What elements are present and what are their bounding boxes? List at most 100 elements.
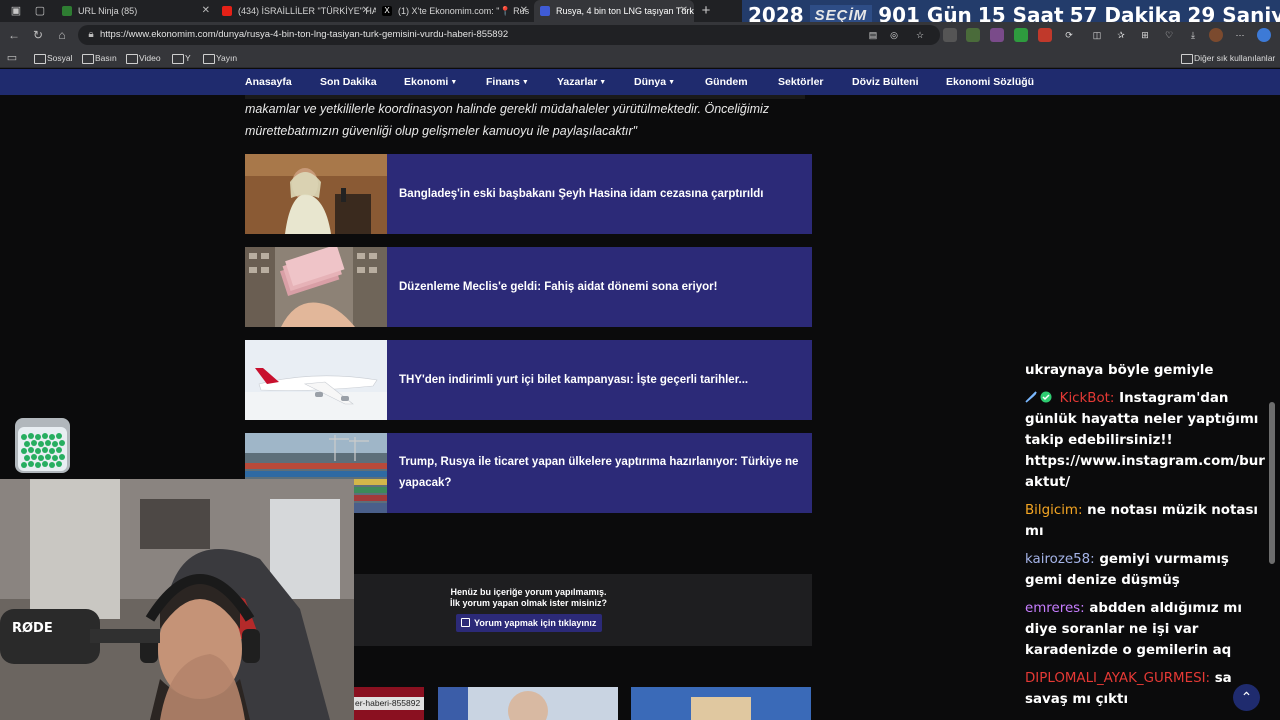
chat-username: KickBot: — [1059, 391, 1115, 406]
url-field[interactable]: 🔒︎ https://www.ekonomim.com/dunya/rusya-… — [78, 25, 940, 45]
extension-icon[interactable] — [990, 28, 1004, 42]
home-icon[interactable]: ⌂ — [54, 27, 70, 43]
person-photo — [508, 691, 548, 720]
app-icon[interactable]: ◎ — [887, 28, 901, 42]
bookmark-folder-basin[interactable]: Basın — [82, 48, 117, 68]
scrollbar-thumb[interactable] — [1269, 402, 1275, 564]
refresh-ext-icon[interactable]: ⟳ — [1062, 28, 1076, 42]
downloads-icon[interactable]: ⤓ — [1186, 28, 1200, 42]
scroll-to-top-button[interactable]: ⌃ — [1233, 684, 1260, 711]
url-text[interactable]: https://www.ekonomim.com/dunya/rusya-4-b… — [100, 25, 508, 45]
extension-icon[interactable] — [966, 28, 980, 42]
related-thumb[interactable]: er-haberi-855892 — [354, 687, 424, 720]
nav-ekonomi[interactable]: Ekonomi ▼ — [404, 69, 457, 95]
nav-doviz-bulteni[interactable]: Döviz Bülteni — [852, 69, 919, 95]
news-thumbnail[interactable] — [245, 247, 387, 327]
split-screen-icon[interactable]: ◫ — [1090, 28, 1104, 42]
workspaces-icon[interactable]: ▣ — [8, 3, 24, 19]
nav-yazarlar[interactable]: Yazarlar ▼ — [557, 69, 606, 95]
favorites-icon[interactable]: ✰ — [1114, 28, 1128, 42]
bookmark-folder-sosyal[interactable]: Sosyal — [34, 48, 73, 68]
chat-message: Bilgicim: ne notası müzik notası mı — [1025, 500, 1270, 542]
nav-label: Yazarlar — [557, 76, 598, 88]
chat-message: KickBot: Instagram'dan günlük hayatta ne… — [1025, 388, 1270, 493]
related-news-card[interactable]: Bangladeş'in eski başbakanı Şeyh Hasina … — [245, 154, 812, 234]
other-bookmarks-folder[interactable]: Diğer sık kullanılanlar — [1181, 48, 1275, 68]
news-title[interactable]: Bangladeş'in eski başbakanı Şeyh Hasina … — [399, 154, 799, 234]
reload-icon[interactable]: ↻ — [30, 27, 46, 43]
news-thumbnail[interactable] — [245, 340, 387, 420]
bookmark-label: Diğer sık kullanılanlar — [1194, 53, 1276, 63]
tab-close-icon[interactable]: ✕ — [362, 0, 370, 22]
x-logo-icon: X — [382, 6, 392, 16]
tab-url-ninja[interactable]: URL Ninja (85) ✕ — [56, 0, 216, 22]
heart-icon[interactable]: ♡ — [1162, 28, 1176, 42]
nav-dunya[interactable]: Dünya ▼ — [634, 69, 675, 95]
bookmark-folder-y[interactable]: Y — [172, 48, 191, 68]
chat-username: emreres: — [1025, 601, 1085, 616]
news-thumbnail[interactable] — [245, 154, 387, 234]
webcam-overlay: RØDE — [0, 479, 354, 720]
extension-icon[interactable] — [1038, 28, 1052, 42]
bookmark-label: Y — [185, 53, 191, 63]
chevron-up-icon: ⌃ — [1240, 689, 1253, 705]
tab-x[interactable]: X (1) X'te Ekonomim.com: "📍 Rus ✕ — [376, 0, 534, 22]
nav-son-dakika[interactable]: Son Dakika — [320, 69, 377, 95]
chat-message: ukraynaya böyle gemiyle — [1025, 360, 1270, 381]
back-icon[interactable]: ← — [6, 27, 22, 43]
verified-badge-icon — [1040, 389, 1052, 403]
lock-icon[interactable]: 🔒︎ — [84, 28, 98, 42]
tab-actions-icon[interactable]: ▢ — [32, 3, 48, 19]
tab-youtube[interactable]: (434) İSRAİLLİLER "TÜRKİYE" HAK ✕ — [216, 0, 376, 22]
tab-close-icon[interactable]: ✕ — [680, 0, 688, 22]
tab-label: Rusya, 4 bin ton LNG taşıyan Türk — [556, 6, 694, 16]
chat-username: DIPLOMALI_AYAK_GURMESI: — [1025, 671, 1211, 686]
profile-avatar[interactable] — [1209, 28, 1223, 42]
nav-sektorler[interactable]: Sektörler — [778, 69, 824, 95]
building-graphic — [691, 697, 751, 720]
nav-gundem[interactable]: Gündem — [705, 69, 748, 95]
extension-icon[interactable] — [1014, 28, 1028, 42]
related-thumb[interactable] — [631, 687, 811, 720]
tab-label: URL Ninja (85) — [78, 6, 138, 16]
nav-finans[interactable]: Finans ▼ — [486, 69, 529, 95]
chat-message: emreres: abdden aldığımız mı diye soranl… — [1025, 598, 1270, 661]
news-title[interactable]: Düzenleme Meclis'e geldi: Fahiş aidat dö… — [399, 247, 799, 327]
copilot-icon[interactable] — [1257, 28, 1271, 42]
collections-icon[interactable]: ⊞ — [1138, 28, 1152, 42]
nav-label: Ekonomi Sözlüğü — [946, 76, 1035, 88]
reader-icon[interactable]: ▤ — [866, 28, 880, 42]
chat-message: kairoze58: gemiyi vurmamış gemi denize d… — [1025, 549, 1270, 591]
chevron-down-icon: ▼ — [668, 79, 676, 86]
tab-close-icon[interactable]: ✕ — [202, 0, 210, 22]
more-menu-icon[interactable]: ⋯ — [1233, 28, 1247, 42]
site-navigation: Anasayfa Son Dakika Ekonomi ▼ Finans ▼ Yaz… — [0, 69, 1280, 95]
mic-brand-label: RØDE — [12, 621, 53, 636]
comment-icon — [461, 618, 470, 627]
article-quote: makamlar ve yetkililerle koordinasyon ha… — [245, 102, 770, 138]
related-news-card[interactable]: Düzenleme Meclis'e geldi: Fahiş aidat dö… — [245, 247, 812, 327]
nav-ekonomi-sozlugu[interactable]: Ekonomi Sözlüğü — [946, 69, 1034, 95]
write-comment-button[interactable]: Yorum yapmak için tıklayınız — [456, 614, 603, 632]
bookmark-menu-icon[interactable]: ▭ — [4, 50, 20, 66]
tab-ekonomim-active[interactable]: Rusya, 4 bin ton LNG taşıyan Türk ✕ — [534, 0, 694, 22]
related-thumb[interactable] — [438, 687, 618, 720]
bookmark-folder-video[interactable]: Video — [126, 48, 161, 68]
new-tab-plus-icon[interactable]: + — [699, 0, 713, 22]
nav-label: Döviz Bülteni — [852, 76, 919, 88]
tab-label: (1) X'te Ekonomim.com: "📍 Rus — [398, 6, 530, 16]
tab-close-icon[interactable]: ✕ — [520, 0, 528, 22]
favorite-star-icon[interactable]: ☆ — [913, 28, 927, 42]
nav-label: Ekonomi — [404, 76, 449, 88]
address-bar-row: ← ↻ ⌂ 🔒︎ https://www.ekonomim.com/dunya/… — [0, 22, 1280, 48]
news-title[interactable]: Trump, Rusya ile ticaret yapan ülkelere … — [399, 433, 799, 513]
tab-label: (434) İSRAİLLİLER "TÜRKİYE" HAK — [238, 6, 376, 16]
sword-badge-icon — [1025, 389, 1037, 403]
related-news-card[interactable]: THY'den indirimli yurt içi bilet kampany… — [245, 340, 812, 420]
nav-anasayfa[interactable]: Anasayfa — [245, 69, 292, 95]
bookmark-folder-yayin[interactable]: Yayın — [203, 48, 237, 68]
bookmark-label: Basın — [95, 53, 117, 63]
bookmark-label: Video — [139, 53, 161, 63]
extension-icon[interactable] — [943, 28, 957, 42]
news-title[interactable]: THY'den indirimli yurt içi bilet kampany… — [399, 340, 799, 420]
